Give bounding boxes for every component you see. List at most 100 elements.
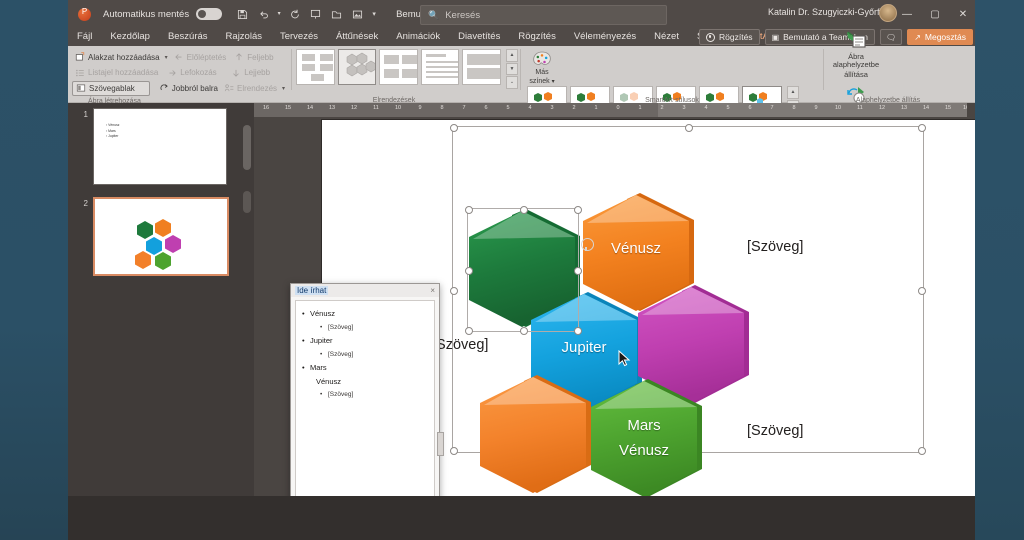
move-down-button[interactable]: Lejjebb bbox=[228, 66, 287, 79]
ruler-tick: 12 bbox=[350, 105, 358, 111]
shape-handle-w[interactable] bbox=[464, 266, 473, 275]
tab-rogzites[interactable]: Rögzítés bbox=[509, 28, 565, 46]
reset-graphic-label-line1: Ábra alaphelyzetbe bbox=[832, 51, 880, 70]
text-pane-item-3[interactable]: Jupiter bbox=[302, 334, 430, 348]
tab-fajl[interactable]: Fájl bbox=[68, 28, 101, 46]
layout-option-4[interactable] bbox=[420, 49, 460, 85]
ruler-tick: 16 bbox=[962, 105, 967, 111]
tab-velemenyezes[interactable]: Véleményezés bbox=[565, 28, 645, 46]
text-pane-item-2[interactable]: [Szöveg] bbox=[320, 321, 430, 334]
text-pane-item-1[interactable]: Vénusz bbox=[302, 307, 430, 321]
layouts-expand-button[interactable]: ⌄ bbox=[505, 76, 518, 89]
tab-nezet[interactable]: Nézet bbox=[645, 28, 688, 46]
text-pane-body[interactable]: Vénusz [Szöveg] Jupiter [Szöveg] Mars Vé… bbox=[295, 300, 435, 527]
demote-icon bbox=[167, 68, 177, 78]
tab-beszuras[interactable]: Beszúrás bbox=[159, 28, 217, 46]
add-shape-icon bbox=[75, 52, 85, 62]
promote-button[interactable]: Előléptetés bbox=[171, 51, 232, 64]
chevron-down-icon[interactable]: ▾ bbox=[165, 54, 168, 61]
move-up-button[interactable]: Feljebb bbox=[231, 51, 287, 64]
reset-graphic-button[interactable]: Ábra alaphelyzetbe állítása bbox=[828, 28, 884, 80]
ruler-tick: 2 bbox=[660, 105, 664, 111]
present-icon[interactable] bbox=[307, 6, 324, 23]
powerpoint-logo-icon bbox=[78, 7, 91, 21]
rtl-icon bbox=[159, 83, 169, 93]
tab-tervezes[interactable]: Tervezés bbox=[271, 28, 327, 46]
work-area: 1 Vénusz Mars Jupiter 2 bbox=[68, 103, 975, 540]
layout-option-3[interactable] bbox=[379, 49, 418, 85]
text-pane-button[interactable]: Szövegablak bbox=[72, 80, 150, 96]
shape-handle-s[interactable] bbox=[519, 326, 528, 335]
autosave-toggle[interactable] bbox=[196, 8, 223, 20]
layout-option-1[interactable] bbox=[296, 49, 335, 85]
slide-2-preview bbox=[93, 197, 229, 276]
text-pane-item-4[interactable]: [Szöveg] bbox=[320, 348, 430, 361]
slide-number-2: 2 bbox=[83, 199, 88, 208]
tab-animaciok[interactable]: Animációk bbox=[387, 28, 449, 46]
ruler-tick: 0 bbox=[616, 105, 620, 111]
more-icon[interactable]: ▾ bbox=[370, 6, 378, 23]
text-pane-item-5[interactable]: Mars bbox=[302, 361, 430, 375]
tab-attunesek[interactable]: Áttűnések bbox=[327, 28, 387, 46]
chevron-down-icon[interactable]: ▾ bbox=[282, 85, 285, 92]
tab-diavetites[interactable]: Diavetítés bbox=[449, 28, 509, 46]
undo-caret-icon[interactable]: ▾ bbox=[276, 6, 282, 23]
placeholder-right-bottom[interactable]: [Szöveg] bbox=[747, 423, 803, 439]
layout-option-5[interactable] bbox=[462, 49, 501, 85]
edit-point-icon[interactable] bbox=[581, 238, 594, 251]
layout-option-2-selected[interactable] bbox=[337, 49, 377, 85]
thumbnail-slide-1[interactable]: 1 Vénusz Mars Jupiter bbox=[74, 108, 227, 185]
shape-handle-e[interactable] bbox=[573, 266, 582, 275]
text-pane-close-icon[interactable]: × bbox=[430, 286, 435, 295]
record-label: Rögzítés bbox=[719, 32, 753, 42]
layouts-scroll-up-button[interactable]: ▲ bbox=[505, 49, 518, 62]
arrange-icon bbox=[224, 83, 234, 93]
demote-button[interactable]: Lefokozás bbox=[164, 66, 228, 79]
powerpoint-window: Automatikus mentés ▾ ▾ Bemuta bbox=[68, 0, 975, 540]
text-pane-resize-grip[interactable] bbox=[437, 432, 444, 456]
text-pane-item-7[interactable]: [Szöveg] bbox=[320, 388, 430, 401]
save-icon[interactable] bbox=[234, 6, 251, 23]
restore-icon[interactable]: ▢ bbox=[929, 9, 941, 20]
slide-2-preview-smartart bbox=[135, 219, 181, 270]
ruler-tick: 5 bbox=[506, 105, 510, 111]
selected-shape-outline[interactable] bbox=[464, 205, 582, 335]
thumbnail-scrollbar-thumb[interactable] bbox=[243, 125, 251, 170]
minimize-icon[interactable]: — bbox=[901, 9, 913, 20]
placeholder-left-middle[interactable]: [Szöveg] bbox=[432, 337, 488, 353]
ribbon: Alakzat hozzáadása ▾ Előléptetés Feljebb bbox=[68, 31, 975, 126]
move-down-label: Lejjebb bbox=[244, 68, 271, 77]
record-dot-icon bbox=[706, 32, 716, 42]
shape-handle-ne[interactable] bbox=[573, 205, 582, 214]
text-pane-title: Ide írhat bbox=[295, 286, 329, 295]
placeholder-right-top[interactable]: [Szöveg] bbox=[747, 239, 803, 255]
layouts-gallery: ▲ ▼ ⌄ bbox=[296, 49, 518, 89]
record-button[interactable]: Rögzítés bbox=[699, 29, 760, 45]
tab-rajzolas[interactable]: Rajzolás bbox=[217, 28, 271, 46]
add-shape-button[interactable]: Alakzat hozzáadása ▾ bbox=[72, 51, 171, 64]
promote-icon bbox=[174, 52, 184, 62]
layouts-scroll-down-button[interactable]: ▼ bbox=[505, 62, 518, 75]
share-button[interactable]: ↗ Megosztás bbox=[907, 29, 973, 45]
open-icon[interactable] bbox=[328, 6, 345, 23]
search-box[interactable]: 🔍 Keresés bbox=[420, 5, 667, 25]
close-icon[interactable]: ✕ bbox=[957, 9, 969, 20]
redo-icon[interactable] bbox=[286, 6, 303, 23]
avatar[interactable] bbox=[879, 4, 897, 22]
thumbnail-slide-2[interactable]: 2 bbox=[74, 197, 229, 276]
ruler-tick: 16 bbox=[262, 105, 270, 111]
shape-handle-se[interactable] bbox=[573, 326, 582, 335]
thumbnail-scrollbar-track[interactable] bbox=[243, 191, 251, 213]
shape-handle-n[interactable] bbox=[519, 205, 528, 214]
text-pane-item-6[interactable]: Vénusz bbox=[316, 375, 430, 388]
change-colors-button[interactable]: Más színek ▾ bbox=[524, 49, 560, 86]
picture-icon[interactable] bbox=[349, 6, 366, 23]
arrange-button[interactable]: Elrendezés ▾ bbox=[221, 82, 287, 95]
horizontal-ruler[interactable]: 16 15 14 13 12 11 10 9 8 7 6 5 4 3 2 1 0… bbox=[254, 103, 967, 117]
undo-icon[interactable] bbox=[255, 6, 272, 23]
add-bullet-button[interactable]: Listajel hozzáadása bbox=[72, 66, 164, 79]
right-to-left-button[interactable]: Jobbról balra bbox=[156, 82, 221, 95]
shape-handle-nw[interactable] bbox=[464, 205, 473, 214]
shape-handle-sw[interactable] bbox=[464, 326, 473, 335]
tab-kezdolap[interactable]: Kezdőlap bbox=[101, 28, 159, 46]
